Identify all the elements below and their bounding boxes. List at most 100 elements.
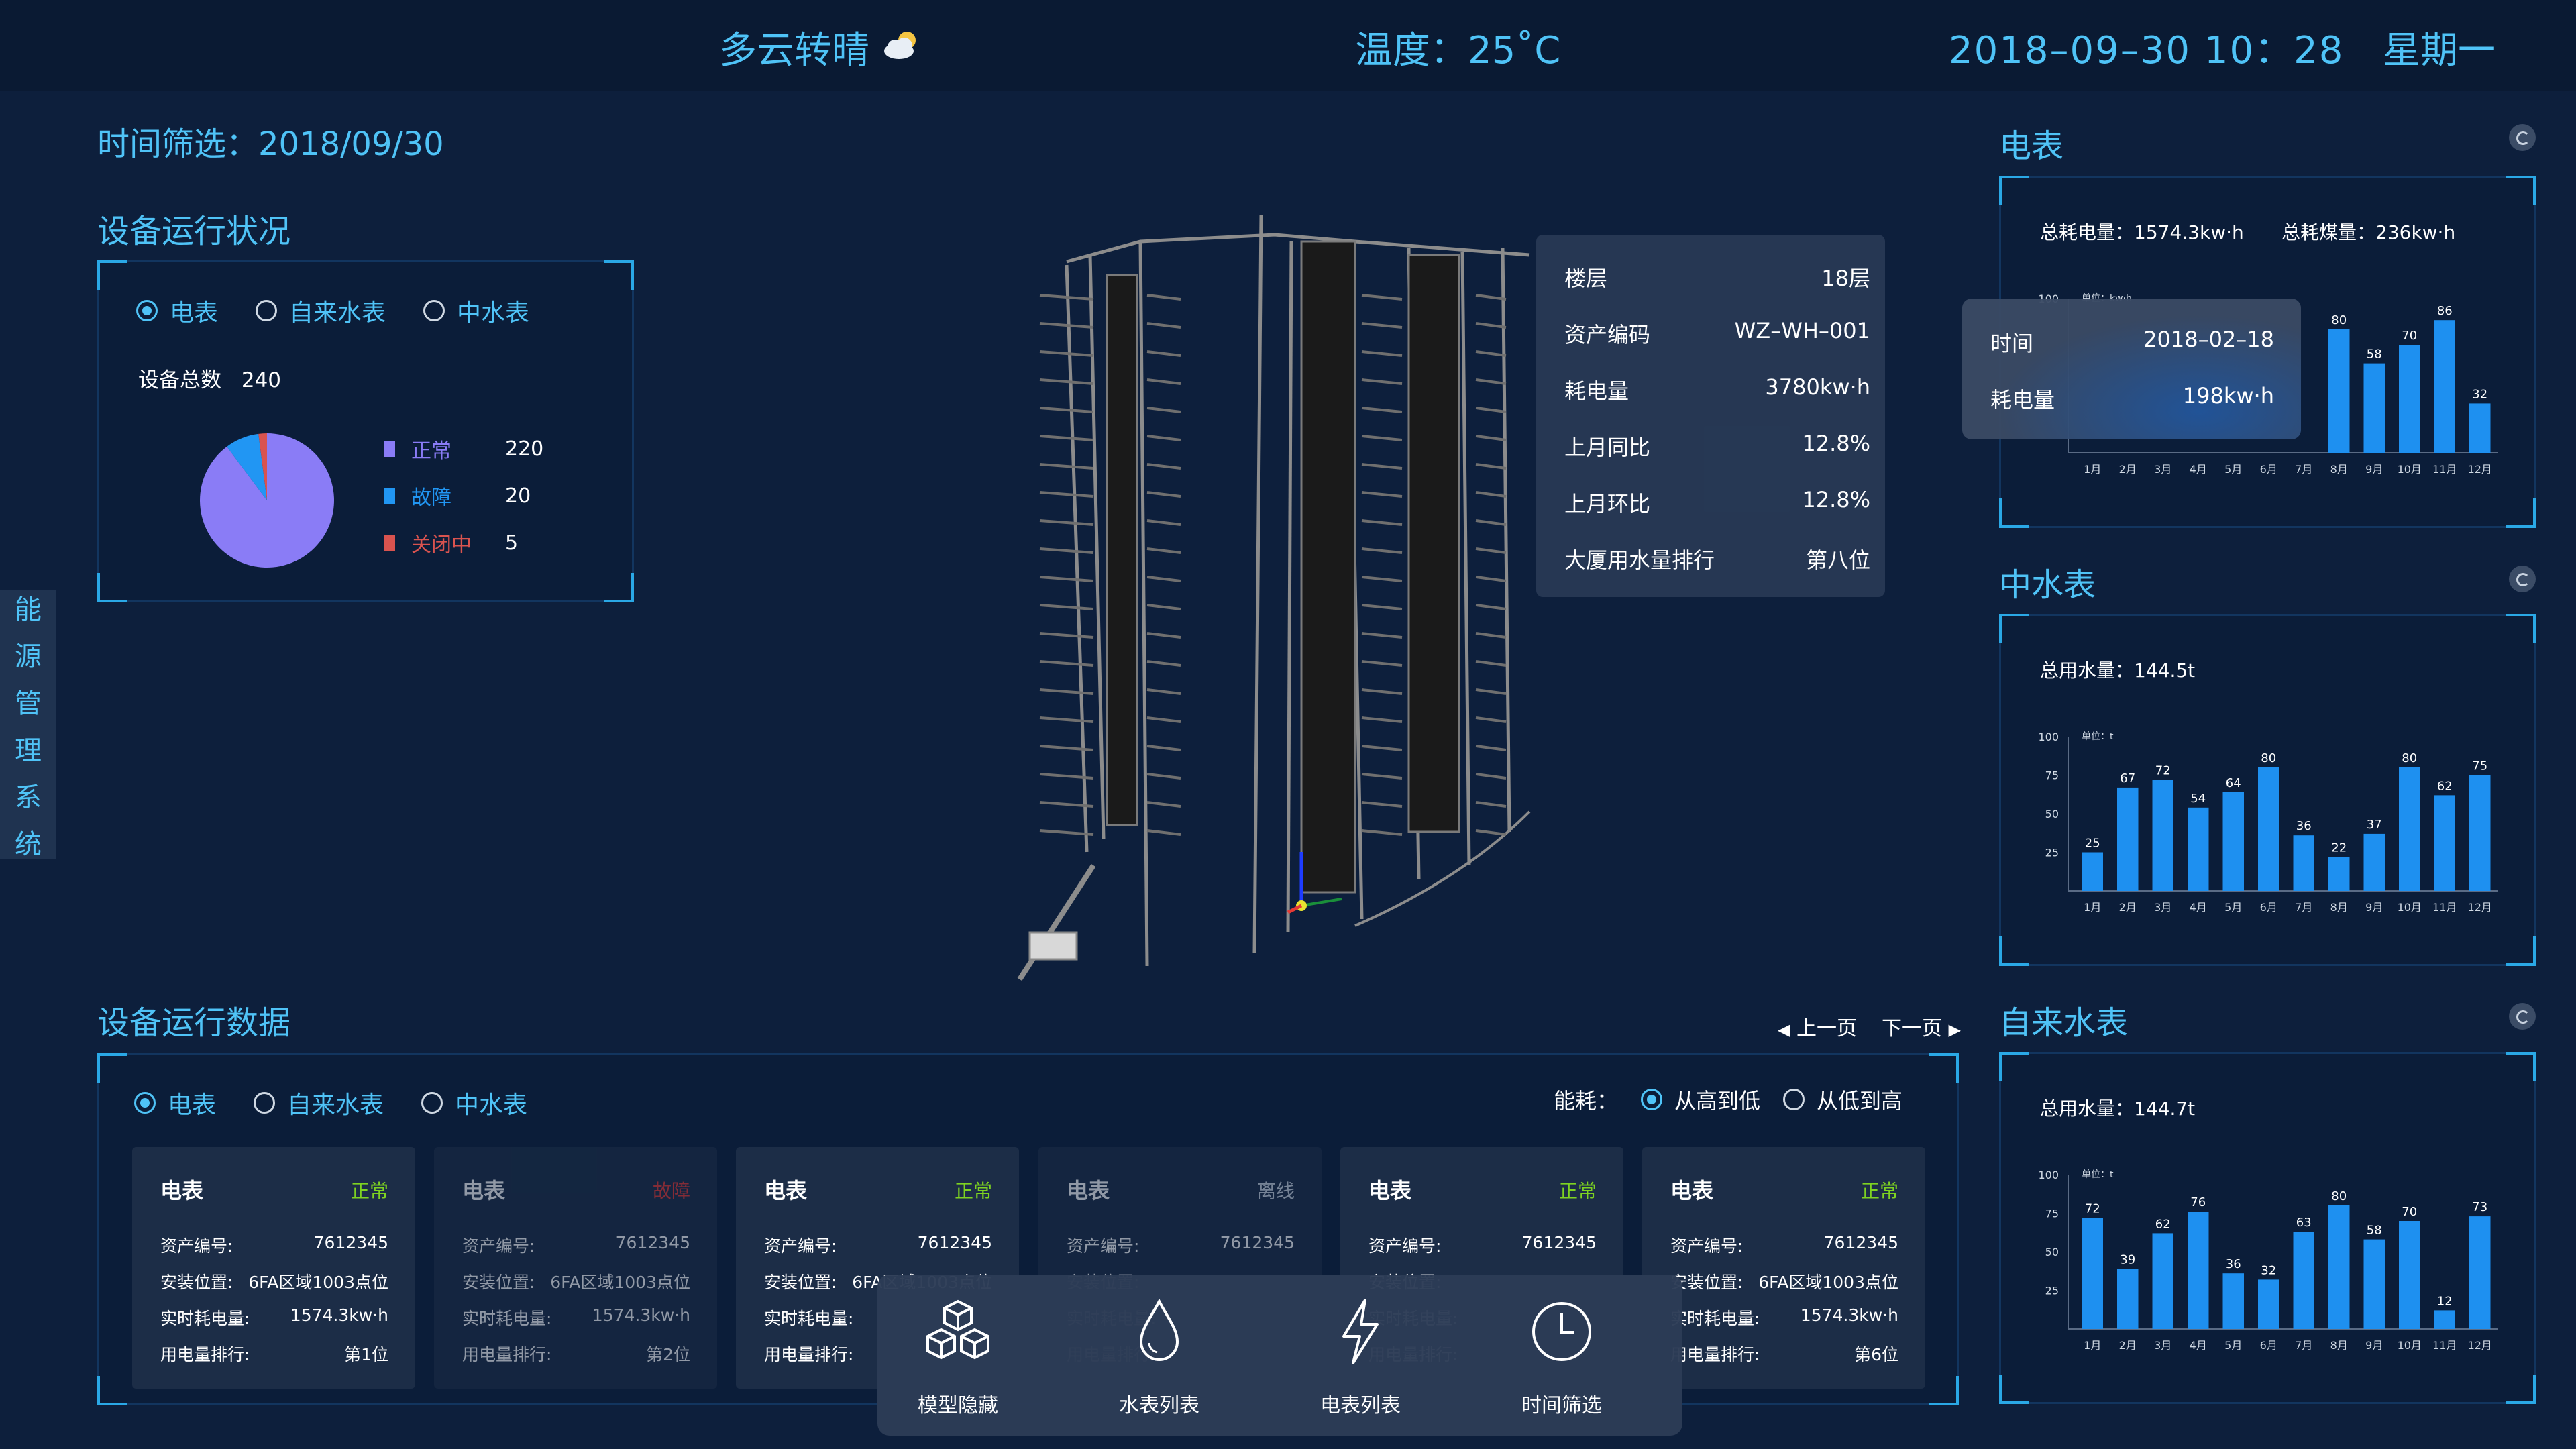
weekday-text: 星期一 <box>2383 29 2496 72</box>
x-tick-label: 9月 <box>2365 901 2383 914</box>
bar[interactable] <box>2258 767 2279 891</box>
building-floor-line <box>1475 378 1507 385</box>
bar[interactable] <box>2293 835 2315 891</box>
bar[interactable] <box>2082 852 2104 892</box>
electric-meter-list-button[interactable]: 电表列表 <box>1280 1295 1441 1418</box>
radio-checked-icon <box>1641 1089 1663 1110</box>
status-tab-electric[interactable]: 电表 <box>136 293 218 328</box>
radio-checked-icon <box>136 300 158 321</box>
water-meter-list-button[interactable]: 水表列表 <box>1079 1295 1240 1418</box>
device-tab-electric[interactable]: 电表 <box>134 1085 216 1120</box>
bar-value-label: 80 <box>2331 1189 2347 1203</box>
chart-tooltip: 时间 2018–02–18 耗电量 198kw·h <box>1962 299 2301 439</box>
x-tick-label: 7月 <box>2295 463 2312 476</box>
card-row-label: 资产编号: <box>462 1236 535 1256</box>
bar-value-label: 73 <box>2472 1200 2487 1214</box>
building-floor-line <box>1146 519 1181 526</box>
bar-value-label: 22 <box>2331 841 2347 855</box>
card-row: 实时耗电量: 1574.3kw·h <box>1670 1305 1898 1330</box>
card-row-label: 资产编号: <box>1670 1236 1743 1256</box>
bar[interactable] <box>2328 857 2350 891</box>
bar[interactable] <box>2399 767 2420 891</box>
building-floor-line <box>1146 378 1181 385</box>
bar[interactable] <box>2222 792 2245 891</box>
x-tick-label: 2月 <box>2119 463 2137 476</box>
bar[interactable] <box>2152 780 2174 891</box>
bar[interactable] <box>2434 1310 2456 1329</box>
x-tick-label: 1月 <box>2084 1339 2101 1352</box>
building-3d-model[interactable] <box>939 141 1543 1020</box>
bar[interactable] <box>2328 329 2350 453</box>
electric-total-coal: 总耗煤量：236kw·h <box>2282 221 2456 244</box>
next-page-button[interactable]: 下一页 ▶ <box>1882 1012 1961 1041</box>
bar[interactable] <box>2399 1221 2420 1329</box>
bar[interactable] <box>2082 1218 2104 1329</box>
bar[interactable] <box>2363 363 2385 453</box>
hide-model-button[interactable]: 模型隐藏 <box>877 1295 1038 1418</box>
sort-low-to-high[interactable]: 从低到高 <box>1783 1084 1902 1115</box>
refresh-icon[interactable] <box>2509 566 2536 592</box>
bar[interactable] <box>2399 345 2420 453</box>
bar[interactable] <box>2222 1273 2245 1329</box>
building-floor-line <box>1146 716 1181 723</box>
building-floor-line <box>1039 745 1094 751</box>
card-row-value: 6FA区域1003点位 <box>248 1273 388 1292</box>
bar[interactable] <box>2363 1239 2385 1329</box>
card-row: 安装位置: 6FA区域1003点位 <box>160 1269 388 1293</box>
building-floor-line <box>1361 294 1403 301</box>
bar[interactable] <box>2434 320 2456 453</box>
building-floor-line <box>1146 491 1181 498</box>
bar[interactable] <box>2469 403 2491 453</box>
device-tab-tap[interactable]: 自来水表 <box>254 1085 384 1120</box>
device-card[interactable]: 电表 正常 资产编号: 7612345 安装位置: 6FA区域1003点位 实时耗电量: 15… <box>132 1147 415 1389</box>
sort-high-to-low[interactable]: 从高到低 <box>1641 1084 1760 1115</box>
bar[interactable] <box>2188 807 2209 891</box>
date-filter[interactable]: 时间筛选：2018/09/30 <box>97 117 444 164</box>
device-card[interactable]: 电表 正常 资产编号: 7612345 安装位置: 6FA区域1003点位 实时耗电量: 15… <box>1642 1147 1925 1389</box>
status-tab-middle[interactable]: 中水表 <box>423 293 529 328</box>
x-tick-label: 1月 <box>2084 901 2101 914</box>
device-tab-middle[interactable]: 中水表 <box>421 1085 527 1120</box>
building-floor-line <box>1146 294 1181 301</box>
time-filter-button[interactable]: 时间筛选 <box>1481 1295 1642 1418</box>
bar[interactable] <box>2117 787 2139 891</box>
bar[interactable] <box>2152 1233 2174 1329</box>
bar[interactable] <box>2188 1212 2209 1329</box>
bar-value-label: 80 <box>2261 751 2276 765</box>
refresh-icon[interactable] <box>2509 1003 2536 1030</box>
card-title: 电表 <box>1067 1178 1110 1203</box>
electric-chart-title: 电表 <box>1999 127 2064 165</box>
building-floor-line <box>1039 660 1094 667</box>
building-floor-line <box>1475 604 1507 610</box>
building-floor-line <box>1146 773 1181 780</box>
bar[interactable] <box>2363 833 2385 891</box>
prev-page-button[interactable]: ◀ 上一页 <box>1778 1012 1857 1041</box>
bar[interactable] <box>2258 1279 2279 1329</box>
building-floor-line <box>1361 547 1403 554</box>
bar[interactable] <box>2434 795 2456 891</box>
building-floor-line <box>1361 378 1403 385</box>
building-floor-line <box>1146 463 1181 470</box>
card-title: 电表 <box>764 1178 808 1203</box>
status-tab-tap[interactable]: 自来水表 <box>256 293 386 328</box>
building-floor-line <box>1475 688 1507 695</box>
bar[interactable] <box>2293 1232 2315 1329</box>
device-card[interactable]: 电表 故障 资产编号: 7612345 安装位置: 6FA区域1003点位 实时耗电量: 15… <box>434 1147 717 1389</box>
card-status-badge: 离线 <box>1256 1180 1295 1202</box>
caret-left-icon: ◀ <box>1778 1020 1790 1039</box>
card-row-value: 7612345 <box>1823 1233 1898 1252</box>
building-floor-line <box>1039 632 1094 639</box>
refresh-icon[interactable] <box>2509 124 2536 151</box>
card-row-label: 实时耗电量: <box>160 1309 250 1328</box>
bar[interactable] <box>2328 1205 2350 1329</box>
bar[interactable] <box>2469 1216 2491 1329</box>
bar[interactable] <box>2117 1269 2139 1329</box>
building-floor-line <box>1039 716 1094 723</box>
x-tick-label: 7月 <box>2295 1339 2312 1352</box>
bar-value-label: 75 <box>2472 759 2487 773</box>
system-side-tab[interactable]: 能 源 管 理 系 统 <box>0 590 56 860</box>
x-tick-label: 8月 <box>2330 463 2348 476</box>
bar[interactable] <box>2469 775 2491 892</box>
device-total-value: 240 <box>241 368 282 392</box>
x-tick-label: 10月 <box>2398 901 2422 914</box>
